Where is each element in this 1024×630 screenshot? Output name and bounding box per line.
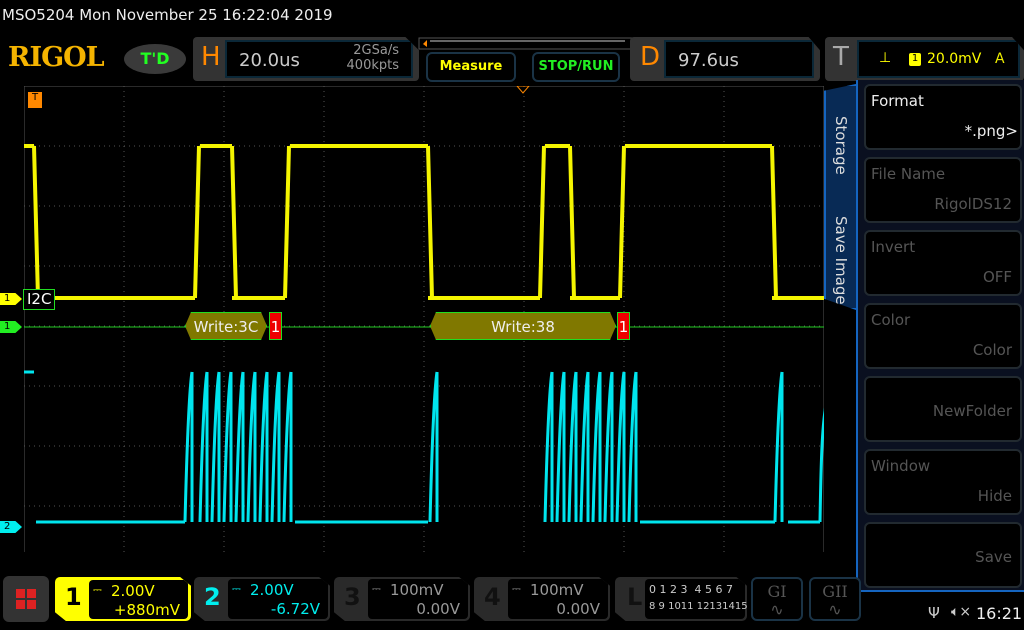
sample-rate: 2GSa/s <box>353 43 399 58</box>
rising-edge-icon: ⊥ <box>879 50 892 66</box>
menu-invert[interactable]: Invert OFF <box>864 230 1022 296</box>
ch1-settings[interactable]: 1 ⎓ 2.00V +880mV <box>55 577 191 621</box>
menu-label: Format <box>871 92 924 110</box>
waveform-position-bar[interactable] <box>418 37 636 51</box>
trigger-letter: T <box>833 42 849 72</box>
decode-ack: 1 <box>617 312 630 340</box>
trigger-level: 20.0mV <box>927 51 982 67</box>
channel-number: 1 <box>65 583 82 611</box>
timebase-value: 20.0us <box>239 50 300 71</box>
channel-offset: +880mV <box>113 601 180 619</box>
save-image-menu: Format *.png> File Name RigolDS12 Invert OF… <box>856 80 1024 592</box>
horizontal-letter: H <box>201 42 221 72</box>
trigger-status-badge: T'D <box>124 44 186 74</box>
stop-run-button[interactable]: STOP/RUN <box>532 52 620 82</box>
menu-label: Window <box>871 457 931 475</box>
rigol-logo: RIGOL <box>8 42 105 73</box>
logic-letter: L <box>627 583 643 611</box>
dc-coupling-icon: ⎓ <box>372 582 381 595</box>
decode-packet: Write:3C <box>185 312 267 340</box>
dc-coupling-icon: ⎓ <box>93 583 102 596</box>
sine-wave-icon: ∿ <box>770 600 784 619</box>
logic-analyzer-settings[interactable]: L 0 1 2 3 4 5 6 7 8 9 1011 12131415 <box>615 577 747 621</box>
decode-packet: Write:38 <box>430 312 616 340</box>
ch1-marker[interactable]: 1 <box>0 293 22 305</box>
channel-scale: 100mV <box>530 581 584 599</box>
generator-label: GII <box>822 582 848 601</box>
menu-value: RigolDS12 <box>934 195 1012 213</box>
generator-2-button[interactable]: GII ∿ <box>809 577 861 621</box>
channel-scale: 100mV <box>390 581 444 599</box>
trigger-source-badge: 1 <box>909 53 921 66</box>
menu-format[interactable]: Format *.png> <box>864 84 1022 150</box>
channel-offset: 0.00V <box>416 600 460 618</box>
channel-offset: -6.72V <box>270 600 320 618</box>
ch2-settings[interactable]: 2 ⎓ 2.00V -6.72V <box>194 577 330 621</box>
generator-1-button[interactable]: GI ∿ <box>751 577 803 621</box>
horizontal-panel[interactable]: H 20.0us 2GSa/s 400kpts <box>193 37 419 81</box>
waveform-display[interactable] <box>24 86 824 552</box>
sine-wave-icon: ∿ <box>828 600 842 619</box>
menu-label: Color <box>871 311 911 329</box>
bus-label: I2C <box>23 289 56 310</box>
menu-value: Color <box>972 341 1012 359</box>
storage-tab[interactable]: Storage <box>832 116 850 175</box>
menu-color[interactable]: Color Color <box>864 303 1022 369</box>
menu-label: File Name <box>871 165 946 183</box>
menu-side-tabs: Storage Save Image <box>824 84 856 310</box>
menu-value: Save <box>975 548 1012 566</box>
ch3-settings[interactable]: 3 ⎓ 100mV 0.00V <box>334 577 470 621</box>
menu-save[interactable]: Save <box>864 522 1022 588</box>
clock: 16:21 <box>976 604 1023 623</box>
dc-coupling-icon: ⎓ <box>512 582 521 595</box>
logic-channels-row2: 8 9 1011 12131415 <box>649 601 748 612</box>
menu-value: Hide <box>977 487 1012 505</box>
menu-value: OFF <box>982 268 1012 286</box>
menu-window[interactable]: Window Hide <box>864 449 1022 515</box>
channel-number: 2 <box>204 583 221 611</box>
delay-value: 97.6us <box>678 50 739 71</box>
mute-icon[interactable]: 🔈︎× <box>951 604 971 620</box>
channel-scale: 2.00V <box>250 581 294 599</box>
window-title: MSO5204 Mon November 25 16:22:04 2019 <box>2 6 333 24</box>
trigger-mode: A <box>995 51 1005 67</box>
menu-new-folder[interactable]: NewFolder <box>864 376 1022 442</box>
channel-offset: 0.00V <box>556 600 600 618</box>
generator-label: GI <box>767 582 787 601</box>
measure-button[interactable]: Measure <box>426 52 516 82</box>
channel-number: 3 <box>344 583 361 611</box>
logic-channels-row1: 0 1 2 3 4 5 6 7 <box>649 583 733 596</box>
save-image-tab[interactable]: Save Image <box>832 216 850 305</box>
delay-panel[interactable]: D 97.6us <box>630 37 820 81</box>
menu-file-name[interactable]: File Name RigolDS12 <box>864 157 1022 223</box>
channel-number: 4 <box>484 583 501 611</box>
menu-value: NewFolder <box>932 402 1012 420</box>
memory-depth: 400kpts <box>346 58 399 73</box>
usb-icon: Ψ <box>928 604 940 622</box>
menu-value: *.png> <box>964 122 1018 140</box>
trigger-panel[interactable]: T ⊥ 1 20.0mV A <box>825 37 1024 81</box>
menu-label: Invert <box>871 238 916 256</box>
channel-scale: 2.00V <box>111 582 155 600</box>
decode-ack: 1 <box>269 312 282 340</box>
trigger-position-icon <box>516 86 530 94</box>
grid-menu-icon <box>16 589 36 609</box>
delay-letter: D <box>640 42 661 72</box>
app-menu-button[interactable] <box>3 576 49 622</box>
ch2-marker[interactable]: 2 <box>0 521 22 533</box>
bus-marker[interactable]: 1 <box>0 321 22 333</box>
ch4-settings[interactable]: 4 ⎓ 100mV 0.00V <box>474 577 610 621</box>
dc-coupling-icon: ⎓ <box>232 582 241 595</box>
trigger-level-marker-icon: T <box>28 92 42 108</box>
